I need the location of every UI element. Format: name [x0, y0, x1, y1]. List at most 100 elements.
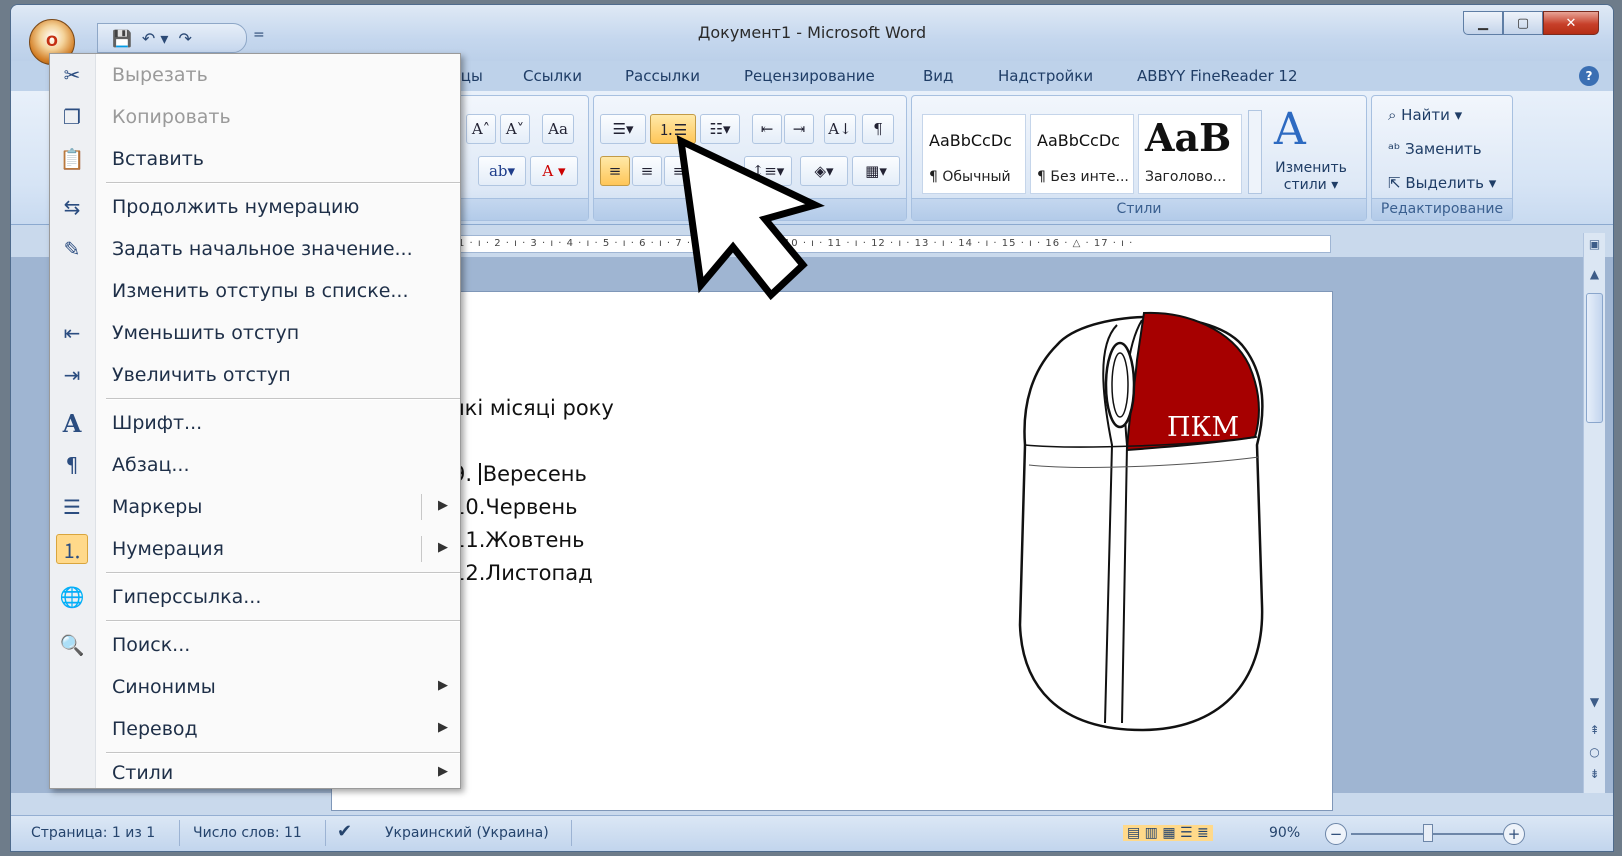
scroll-down-arrow[interactable]: ▼ [1584, 695, 1605, 709]
submenu-arrow-icon: ▶ [438, 678, 448, 693]
menu-item-paragraph[interactable]: ¶ Абзац... [50, 444, 460, 486]
menu-item-label: Гиперссылка... [112, 586, 262, 608]
menu-item-label: Копировать [112, 106, 231, 128]
view-buttons[interactable]: ▤ ▥ ▦ ☰ ≣ [1123, 825, 1213, 841]
select-button[interactable]: ⇱ Выделить ▾ [1388, 174, 1496, 192]
menu-item-label: Маркеры [112, 496, 203, 518]
menu-item-numbering[interactable]: ⒈ Нумерация ▶ [50, 528, 460, 570]
style-normal[interactable]: AaBbCcDc ¶ Обычный [922, 114, 1026, 194]
menu-item-hyperlink[interactable]: 🌐 Гиперссылка... [50, 576, 460, 618]
style-sample: AaBbCcDc [929, 131, 1012, 150]
menu-item-bullets[interactable]: ☰ Маркеры ▶ [50, 486, 460, 528]
help-icon[interactable]: ? [1579, 66, 1599, 86]
sort-button[interactable]: A↓ [824, 114, 856, 144]
text-cursor [478, 463, 481, 485]
menu-separator [106, 182, 460, 184]
view-ruler-icon[interactable]: ▣ [1584, 237, 1605, 251]
shrink-font-button[interactable]: A˅ [500, 114, 530, 144]
menu-item-synonyms[interactable]: Синонимы ▶ [50, 666, 460, 708]
status-bar: Страница: 1 из 1 Число слов: 11 ✔ Украин… [11, 815, 1613, 851]
style-sample: AaBbCcDc [1037, 131, 1120, 150]
maximize-button[interactable]: ▢ [1503, 11, 1543, 35]
horizontal-ruler[interactable]: 1 · ı · 2 · ı · 3 · ı · 4 · ı · 5 · ı · … [451, 235, 1331, 253]
find-label: Найти ▾ [1401, 106, 1463, 124]
tab-references[interactable]: Ссылки [523, 67, 582, 85]
zoom-in-button[interactable]: + [1503, 823, 1525, 845]
browse-object-icon[interactable]: ○ [1584, 745, 1605, 759]
clear-format-button[interactable]: Aa [542, 114, 574, 144]
menu-item-cut[interactable]: ✂ Вырезать [50, 54, 460, 96]
paragraph-icon: ¶ [65, 453, 79, 477]
page-count[interactable]: Страница: 1 из 1 [31, 825, 155, 841]
styles-scroll[interactable] [1248, 110, 1262, 194]
style-no-spacing[interactable]: AaBbCcDc ¶ Без инте... [1030, 114, 1134, 194]
next-page-icon[interactable]: ⇟ [1584, 767, 1605, 781]
proofing-icon[interactable]: ✔ [337, 821, 352, 842]
status-separator [179, 820, 180, 846]
zoom-slider-thumb[interactable] [1423, 824, 1433, 842]
grow-font-button[interactable]: A˄ [466, 114, 496, 144]
menu-item-paste[interactable]: 📋 Вставить [50, 138, 460, 180]
menu-separator [106, 620, 460, 622]
replace-button[interactable]: ᵃᵇ Заменить [1388, 140, 1482, 158]
menu-item-continue-numbering[interactable]: ⇆ Продолжить нумерацию [50, 186, 460, 228]
menu-item-label: Продолжить нумерацию [112, 196, 360, 218]
decrease-indent-icon: ⇤ [63, 321, 81, 345]
bullets-icon: ☰ [63, 495, 81, 519]
menu-item-decrease-indent[interactable]: ⇤ Уменьшить отступ [50, 312, 460, 354]
align-left-button[interactable]: ≡ [600, 156, 630, 186]
tab-view[interactable]: Вид [923, 67, 953, 85]
editing-group-label: Редактирование [1372, 198, 1512, 220]
find-button[interactable]: ⌕ Найти ▾ [1388, 106, 1462, 124]
word-window: 💾 ↶ ▾ ↷ = Документ1 - Microsoft Word ▁ ▢… [10, 4, 1614, 852]
menu-item-increase-indent[interactable]: ⇥ Увеличить отступ [50, 354, 460, 396]
tab-review[interactable]: Рецензирование [744, 67, 875, 85]
menu-item-label: Увеличить отступ [112, 364, 291, 386]
mouse-illustration: ПКМ [1018, 311, 1264, 732]
change-styles-button[interactable]: Изменить стили ▾ [1270, 160, 1352, 194]
hyperlink-globe-icon: 🌐 [59, 585, 85, 609]
menu-item-label: Вставить [112, 148, 205, 170]
scroll-thumb[interactable] [1586, 293, 1603, 423]
menu-item-adjust-indents[interactable]: Изменить отступы в списке... [50, 270, 460, 312]
menu-item-translate[interactable]: Перевод ▶ [50, 708, 460, 750]
zoom-level[interactable]: 90% [1269, 825, 1300, 841]
menu-item-font[interactable]: A Шрифт... [50, 402, 460, 444]
align-center-button[interactable]: ≡ [632, 156, 662, 186]
menu-separator [106, 398, 460, 400]
tab-addins[interactable]: Надстройки [998, 67, 1093, 85]
replace-label: Заменить [1405, 140, 1482, 158]
menu-item-styles[interactable]: Стили ▶ [50, 752, 460, 794]
list-item: 12.Листопад [452, 561, 593, 585]
menu-item-copy[interactable]: ❐ Копировать [50, 96, 460, 138]
close-button[interactable]: ✕ [1543, 11, 1599, 35]
language[interactable]: Украинский (Украина) [385, 825, 549, 841]
menu-item-lookup[interactable]: 🔍 Поиск... [50, 624, 460, 666]
previous-page-icon[interactable]: ⇞ [1584, 723, 1605, 737]
minimize-button[interactable]: ▁ [1463, 11, 1503, 35]
scroll-up-arrow[interactable]: ▲ [1584, 267, 1605, 281]
window-title: Документ1 - Microsoft Word [697, 23, 927, 42]
menu-item-set-value[interactable]: ✎ Задать начальное значение... [50, 228, 460, 270]
show-marks-button[interactable]: ¶ [862, 114, 894, 144]
zoom-out-button[interactable]: − [1325, 823, 1347, 845]
font-color-button[interactable]: A ▾ [530, 156, 578, 186]
list-text: Листопад [485, 561, 593, 585]
document-heading: які місяці року [452, 396, 614, 420]
menu-item-label: Изменить отступы в списке... [112, 280, 409, 302]
borders-button[interactable]: ▦▾ [852, 156, 900, 186]
style-heading[interactable]: AaB Заголово... [1138, 114, 1242, 194]
pointer-arrow-icon [676, 135, 825, 301]
vertical-scrollbar[interactable]: ▣ ▲ ▼ ⇞ ○ ⇟ [1583, 233, 1605, 793]
tab-mailings[interactable]: Рассылки [625, 67, 700, 85]
word-count[interactable]: Число слов: 11 [193, 825, 302, 841]
bullets-button[interactable]: ☰▾ [600, 114, 646, 144]
styles-group-label: Стили [912, 198, 1366, 220]
menu-item-label: Уменьшить отступ [112, 322, 300, 344]
continue-numbering-icon: ⇆ [63, 195, 81, 219]
tab-abbyy[interactable]: ABBYY FineReader 12 [1137, 67, 1298, 85]
menu-item-label: Вырезать [112, 64, 208, 86]
increase-indent-icon: ⇥ [63, 363, 81, 387]
replace-icon: ᵃᵇ [1388, 140, 1406, 158]
highlight-button[interactable]: ab▾ [478, 156, 526, 186]
